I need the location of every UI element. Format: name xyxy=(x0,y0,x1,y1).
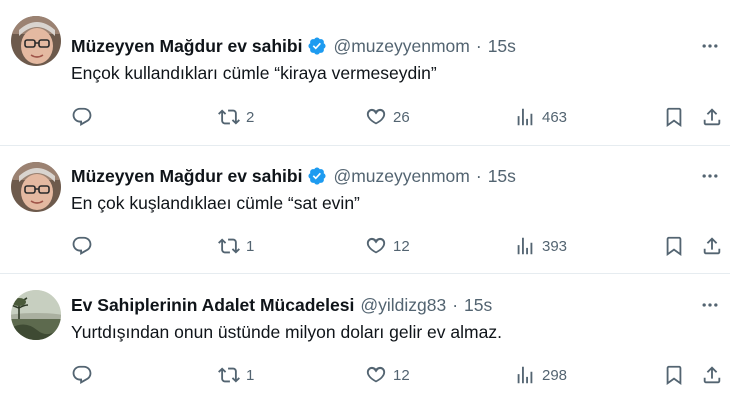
tweet-actions: 2 26 463 xyxy=(71,104,726,130)
heart-icon xyxy=(366,108,386,125)
timestamp[interactable]: 15s xyxy=(464,295,492,316)
like-button[interactable]: 12 xyxy=(365,233,410,259)
tweet-actions: 1 12 393 xyxy=(71,233,726,259)
bookmark-button[interactable] xyxy=(663,362,685,388)
retweet-count: 2 xyxy=(246,108,255,126)
timestamp[interactable]: 15s xyxy=(488,166,516,187)
tweet[interactable]: Müzeyyen Mağdur ev sahibi @muzeyyenmom ·… xyxy=(0,146,730,274)
display-name[interactable]: Müzeyyen Mağdur ev sahibi xyxy=(71,166,302,187)
views-button[interactable]: 298 xyxy=(514,362,567,388)
like-button[interactable]: 26 xyxy=(365,104,410,130)
like-count: 26 xyxy=(393,108,410,126)
tweet-header: Ev Sahiplerinin Adalet Mücadelesi @yildi… xyxy=(71,293,492,317)
analytics-icon xyxy=(517,108,533,126)
retweet-button[interactable]: 1 xyxy=(218,362,254,388)
reply-icon xyxy=(72,107,92,126)
retweet-icon xyxy=(218,109,240,125)
share-icon xyxy=(703,108,721,126)
user-handle[interactable]: @yildizg83 xyxy=(360,295,446,316)
retweet-icon xyxy=(218,238,240,254)
retweet-button[interactable]: 2 xyxy=(218,104,254,130)
bookmark-icon xyxy=(666,107,682,128)
like-button[interactable]: 12 xyxy=(365,362,410,388)
display-name[interactable]: Ev Sahiplerinin Adalet Mücadelesi xyxy=(71,295,354,316)
user-handle[interactable]: @muzeyyenmom xyxy=(333,36,469,57)
share-icon xyxy=(703,237,721,255)
retweet-count: 1 xyxy=(246,366,255,384)
tweet[interactable]: Ev Sahiplerinin Adalet Mücadelesi @yildi… xyxy=(0,274,730,420)
bookmark-button[interactable] xyxy=(663,104,685,130)
tweet-text: Ençok kullandıkları cümle “kiraya vermes… xyxy=(71,63,437,83)
tweet-actions: 1 12 298 xyxy=(71,362,726,388)
share-button[interactable] xyxy=(701,362,723,388)
verified-badge-icon xyxy=(307,166,327,186)
more-options-icon[interactable] xyxy=(699,35,721,57)
separator-dot: · xyxy=(475,165,482,186)
analytics-icon xyxy=(517,237,533,255)
avatar[interactable] xyxy=(11,290,61,340)
retweet-icon xyxy=(218,367,240,383)
tweet-header: Müzeyyen Mağdur ev sahibi @muzeyyenmom ·… xyxy=(71,164,516,188)
share-button[interactable] xyxy=(701,233,723,259)
retweet-count: 1 xyxy=(246,237,255,255)
reply-button[interactable] xyxy=(71,233,99,259)
tweet-text: Yurtdışından onun üstünde milyon doları … xyxy=(71,322,502,342)
heart-icon xyxy=(366,366,386,383)
timestamp[interactable]: 15s xyxy=(488,36,516,57)
share-button[interactable] xyxy=(701,104,723,130)
avatar[interactable] xyxy=(11,162,61,212)
share-icon xyxy=(703,366,721,384)
tweet-header: Müzeyyen Mağdur ev sahibi @muzeyyenmom ·… xyxy=(71,34,516,58)
view-count: 298 xyxy=(542,366,568,384)
bookmark-icon xyxy=(666,365,682,386)
like-count: 12 xyxy=(393,237,410,255)
heart-icon xyxy=(366,237,386,254)
reply-button[interactable] xyxy=(71,362,99,388)
retweet-button[interactable]: 1 xyxy=(218,233,254,259)
separator-dot: · xyxy=(475,35,482,56)
views-button[interactable]: 393 xyxy=(514,233,567,259)
reply-icon xyxy=(72,365,92,384)
like-count: 12 xyxy=(393,366,410,384)
view-count: 463 xyxy=(542,108,568,126)
user-handle[interactable]: @muzeyyenmom xyxy=(333,166,469,187)
bookmark-icon xyxy=(666,236,682,257)
tweet[interactable]: Müzeyyen Mağdur ev sahibi @muzeyyenmom ·… xyxy=(0,0,730,146)
view-count: 393 xyxy=(542,237,568,255)
display-name[interactable]: Müzeyyen Mağdur ev sahibi xyxy=(71,36,302,57)
more-options-icon[interactable] xyxy=(699,165,721,187)
reply-icon xyxy=(72,236,92,255)
avatar[interactable] xyxy=(11,16,61,66)
more-options-icon[interactable] xyxy=(699,294,721,316)
tweet-text: En çok kuşlandıklaeı cümle “sat evin” xyxy=(71,193,360,213)
reply-button[interactable] xyxy=(71,104,99,130)
views-button[interactable]: 463 xyxy=(514,104,567,130)
analytics-icon xyxy=(517,366,533,384)
separator-dot: · xyxy=(452,294,459,315)
verified-badge-icon xyxy=(307,36,327,56)
bookmark-button[interactable] xyxy=(663,233,685,259)
timeline-feed: Müzeyyen Mağdur ev sahibi @muzeyyenmom ·… xyxy=(0,0,730,420)
